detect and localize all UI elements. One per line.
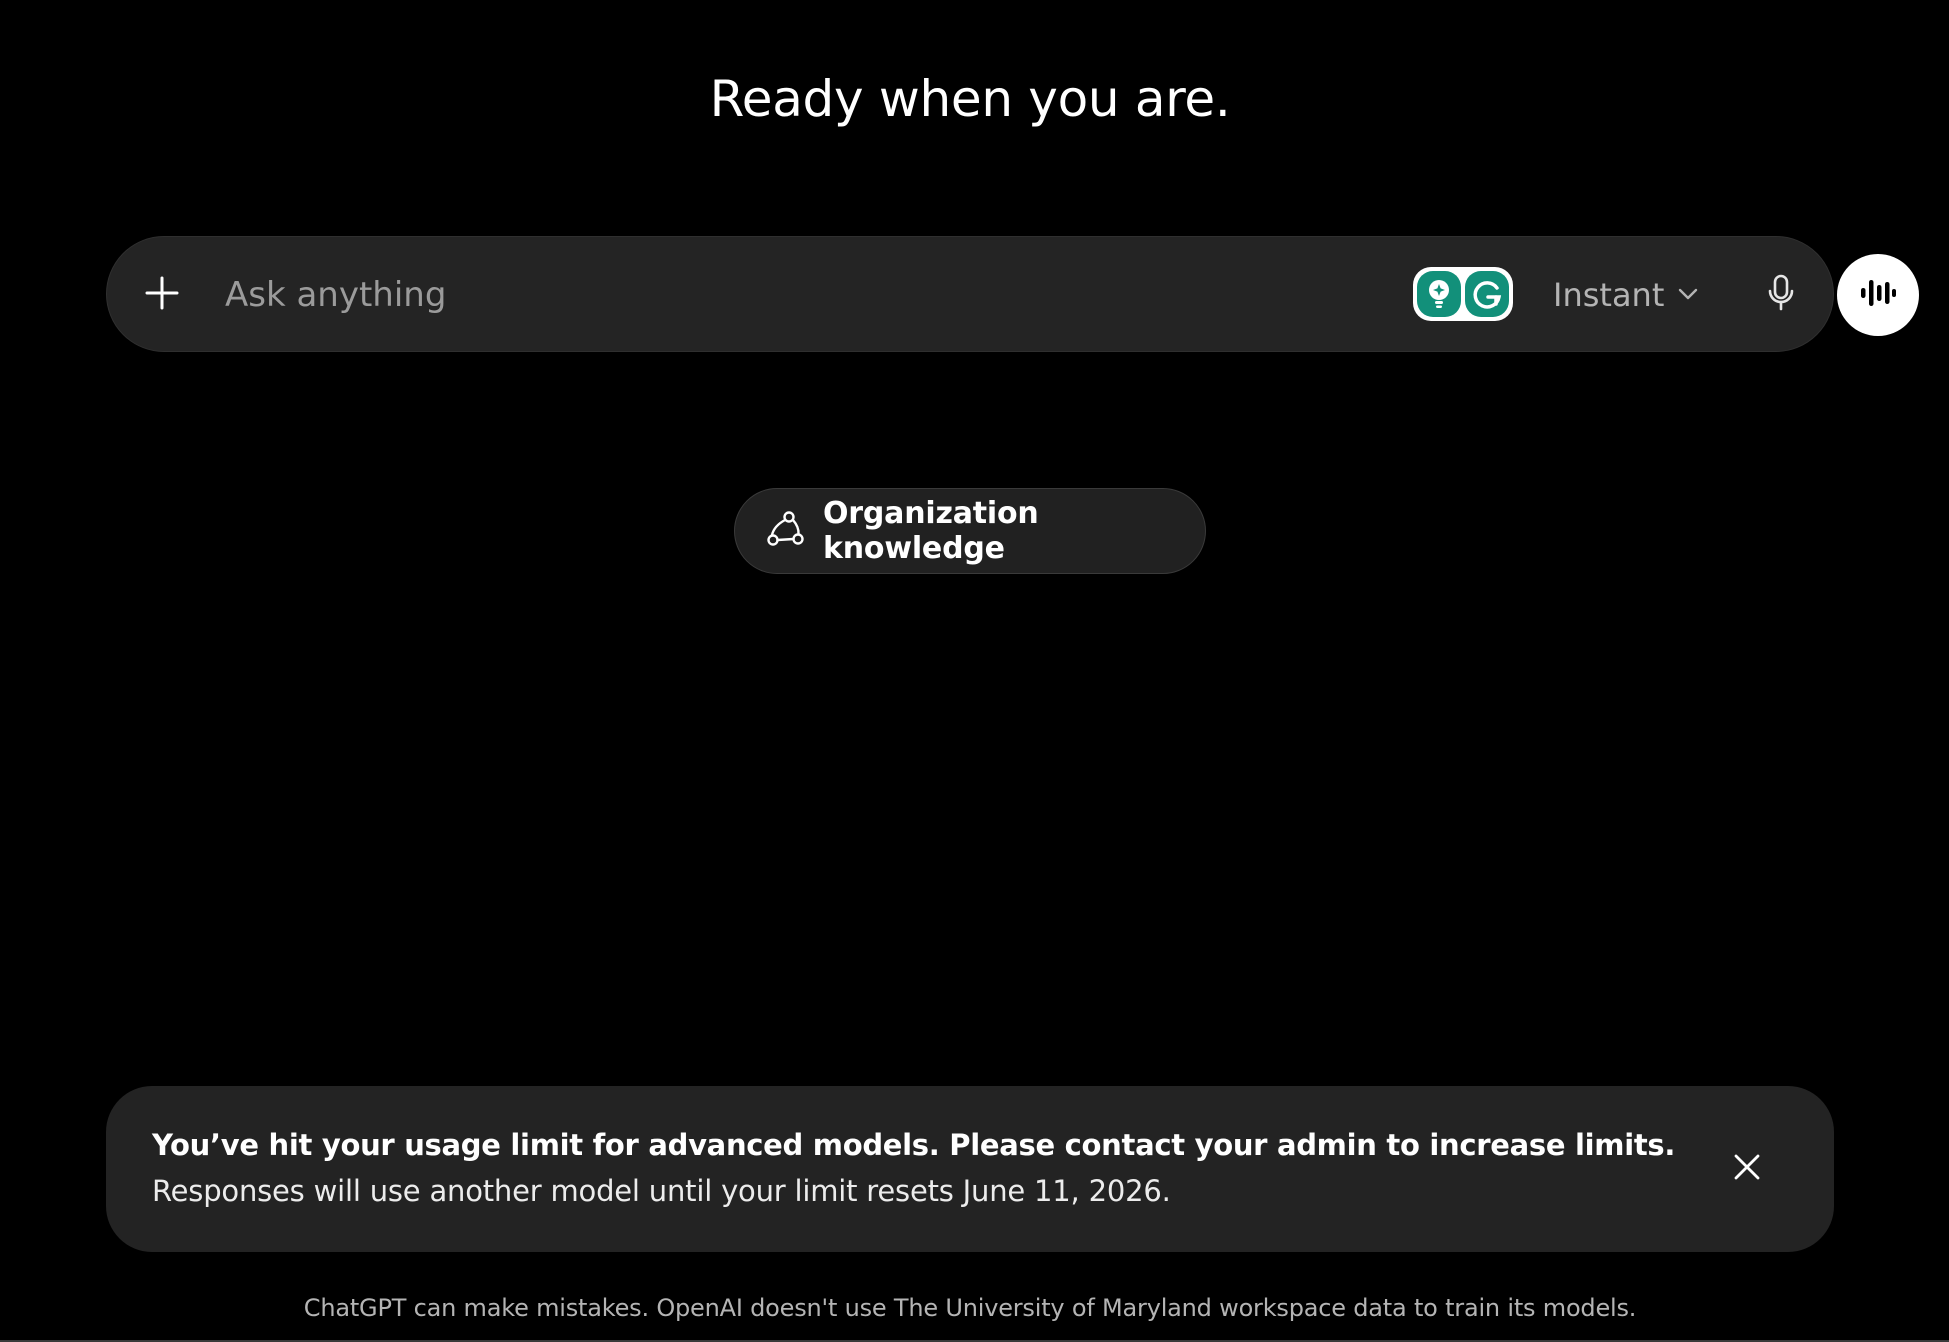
- model-selector-label: Instant: [1553, 276, 1665, 314]
- voice-mode-button[interactable]: [1837, 254, 1919, 336]
- chat-home-page: Ready when you are. Ask anything Instant…: [0, 0, 1949, 1342]
- grammarly-g-icon[interactable]: [1465, 271, 1509, 317]
- waveform-icon: [1858, 275, 1898, 315]
- disclaimer-footer: ChatGPT can make mistakes. OpenAI doesn'…: [303, 1294, 1637, 1322]
- dismiss-banner-button[interactable]: [1722, 1144, 1772, 1194]
- prompt-composer: Instant: [106, 236, 1919, 352]
- prompt-input[interactable]: [225, 267, 1285, 323]
- chevron-down-icon: [1676, 276, 1700, 314]
- model-selector[interactable]: Instant: [1553, 269, 1700, 321]
- dictate-button[interactable]: [1753, 267, 1809, 323]
- close-icon: [1732, 1152, 1762, 1186]
- microphone-icon: [1765, 273, 1797, 317]
- usage-limit-banner: You’ve hit your usage limit for advanced…: [106, 1086, 1834, 1252]
- usage-limit-subtitle: Responses will use another model until y…: [152, 1174, 1171, 1208]
- usage-limit-title: You’ve hit your usage limit for advanced…: [152, 1128, 1676, 1162]
- plus-icon: [144, 275, 180, 315]
- organization-knowledge-label: Organization knowledge: [823, 496, 1039, 566]
- grammarly-widget[interactable]: [1413, 267, 1513, 321]
- lightbulb-icon[interactable]: [1417, 271, 1461, 317]
- connected-nodes-icon: [765, 509, 805, 553]
- page-heading: Ready when you are.: [709, 70, 1231, 128]
- organization-knowledge-button[interactable]: Organization knowledge: [734, 488, 1206, 574]
- attach-button[interactable]: [137, 270, 187, 320]
